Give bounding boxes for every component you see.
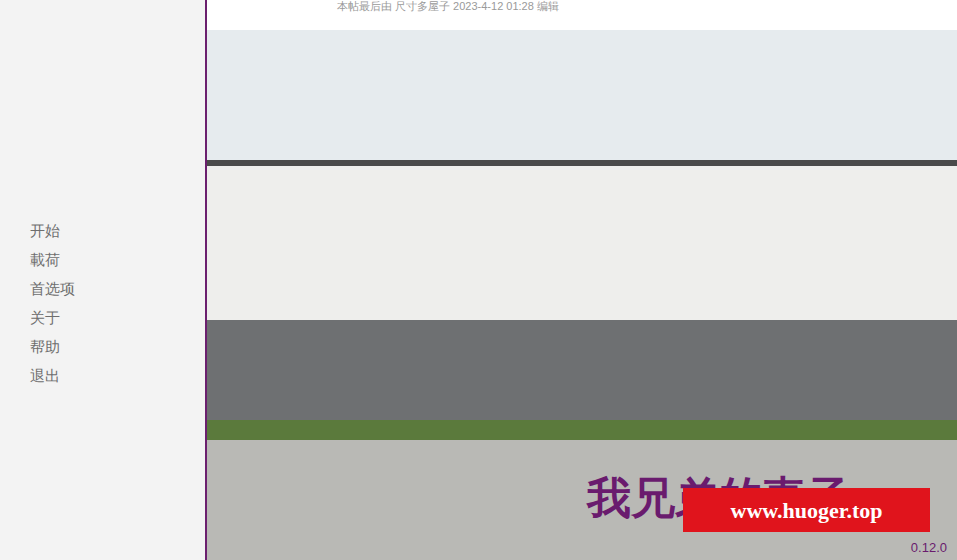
scene-image: 我兄弟的妻子www.huoger.top0.12.0 <box>207 30 957 560</box>
scene-grass <box>207 420 957 440</box>
menu-item[interactable]: 退出 <box>30 361 205 390</box>
title-screen: 开始載荷首选项关于帮助退出本帖最后由 尺寸多屋子 2023-4-12 01:28… <box>0 0 957 560</box>
main-area: 本帖最后由 尺寸多屋子 2023-4-12 01:28 编辑我兄弟的妻子www.… <box>207 0 957 560</box>
menu-item[interactable]: 关于 <box>30 303 205 332</box>
menu-item[interactable]: 載荷 <box>30 245 205 274</box>
menu-item[interactable]: 开始 <box>30 216 205 245</box>
post-edit-note: 本帖最后由 尺寸多屋子 2023-4-12 01:28 编辑 <box>207 0 957 30</box>
scene-building <box>207 160 957 320</box>
menu-item[interactable]: 首选项 <box>30 274 205 303</box>
watermark: www.huoger.top <box>683 488 930 532</box>
scene-sky <box>207 30 957 160</box>
game-version: 0.12.0 <box>911 540 947 555</box>
menu-item[interactable]: 帮助 <box>30 332 205 361</box>
main-menu-panel: 开始載荷首选项关于帮助退出 <box>0 0 207 560</box>
scene-wall <box>207 320 957 420</box>
